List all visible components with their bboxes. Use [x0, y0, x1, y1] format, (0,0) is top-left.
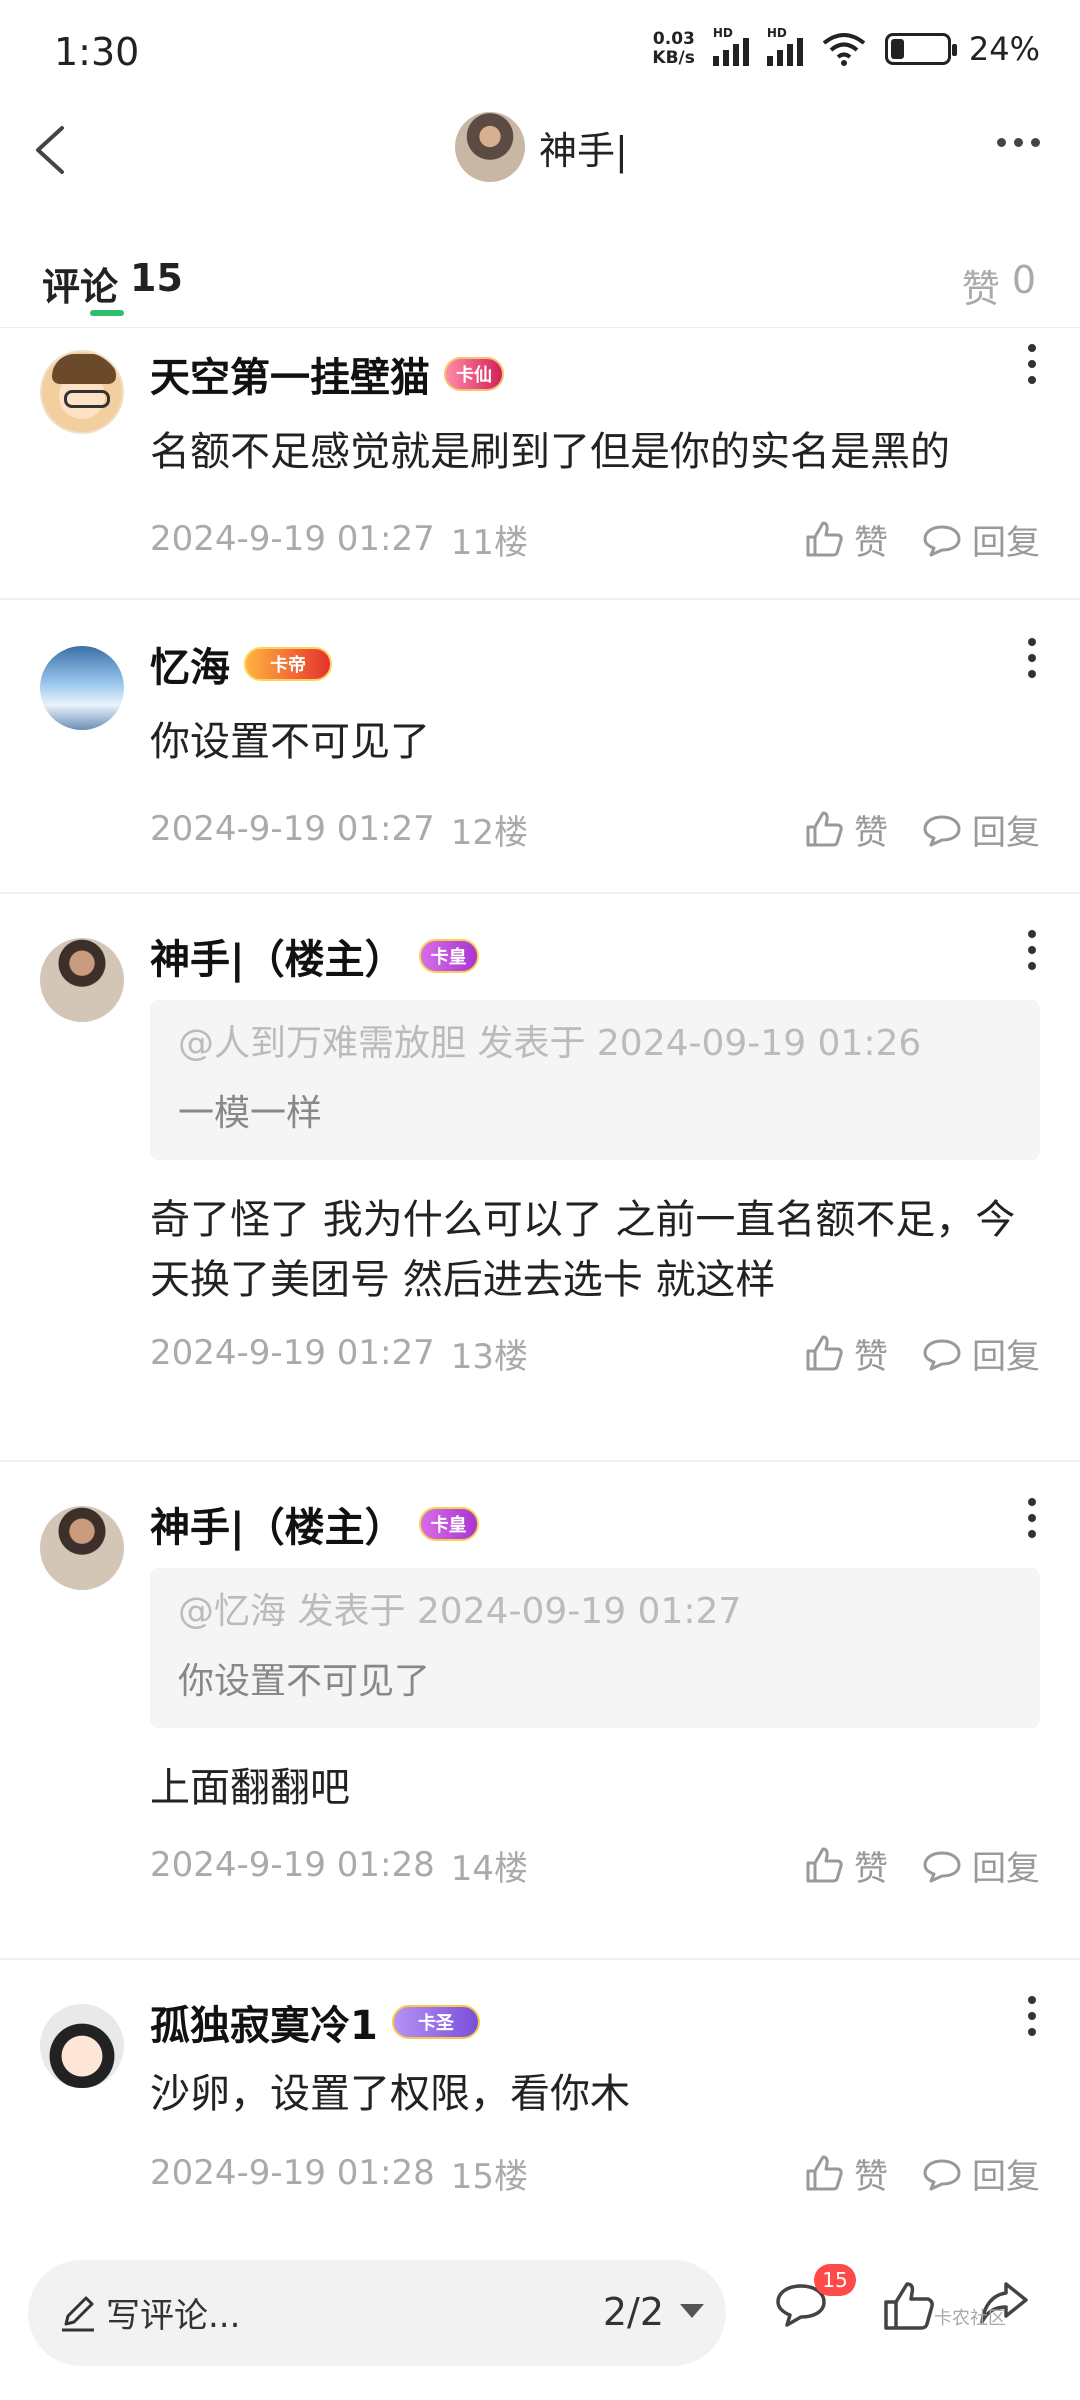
more-icon[interactable] — [997, 138, 1040, 147]
comment-bubble-icon — [923, 2159, 961, 2191]
avatar[interactable] — [455, 112, 525, 182]
status-bar: 1:30 0.03 KB/s HD HD 24% — [0, 0, 1080, 100]
comment-text: 奇了怪了 我为什么可以了 之前一直名额不足，今天换了美团号 然后进去选卡 就这样 — [150, 1197, 1016, 1303]
comment-list: 天空第一挂壁猫 卡仙 名额不足感觉就是刷到了但是你的实名是黑的 2024-9-1… — [0, 330, 1080, 2230]
comment-input-placeholder: 写评论... — [106, 2296, 241, 2336]
like-button[interactable]: 赞 — [804, 1329, 888, 1378]
status-icons: 0.03 KB/s HD HD 24% — [652, 26, 1040, 68]
comment-input[interactable]: 写评论... 2/2 — [28, 2260, 726, 2366]
battery-icon — [884, 33, 957, 65]
comment-text: 名额不足感觉就是刷到了但是你的实名是黑的 — [150, 429, 950, 475]
quote-text: 你设置不可见了 — [178, 1661, 431, 1702]
commenter-name[interactable]: 神手|（楼主） — [150, 1495, 405, 1553]
comment-text: 沙卵，设置了权限，看你木 — [150, 2071, 630, 2117]
avatar[interactable] — [40, 1506, 124, 1590]
thumb-up-icon — [806, 1847, 843, 1883]
comment-more-icon[interactable] — [1028, 344, 1036, 384]
quote-header: @忆海 发表于 2024-09-19 01:27 — [178, 1591, 742, 1632]
comment-bubble-icon — [923, 815, 961, 847]
floor-number: 11楼 — [450, 522, 529, 563]
floor-number: 12楼 — [450, 812, 529, 853]
watermark: 卡农社区 — [934, 2308, 1006, 2329]
comment-item: 忆海 卡帝 你设置不可见了 2024-9-19 01:27 12楼 赞 回复 — [0, 600, 1080, 894]
thumb-up-icon — [806, 521, 843, 557]
tab-comments[interactable]: 评论 15 — [42, 256, 183, 311]
thumb-up-icon — [806, 811, 843, 847]
level-badge: 卡帝 — [244, 647, 332, 681]
reply-button[interactable]: 回复 — [922, 1329, 1040, 1378]
thumb-up-icon — [806, 2155, 843, 2191]
comment-more-icon[interactable] — [1028, 1498, 1036, 1538]
quote-header: @人到万难需放胆 发表于 2024-09-19 01:26 — [178, 1023, 922, 1064]
reply-button[interactable]: 回复 — [922, 2149, 1040, 2198]
level-badge: 卡皇 — [418, 939, 479, 973]
tab-bar: 评论 15 赞 0 — [0, 240, 1080, 328]
quote-text: 一模一样 — [178, 1093, 323, 1134]
bottom-bar: 写评论... 2/2 15 卡农社区 — [0, 2230, 1080, 2400]
comment-text: 上面翻翻吧 — [150, 1765, 350, 1811]
pen-icon — [62, 2296, 94, 2332]
comment-date: 2024-9-19 01:27 — [150, 519, 435, 559]
commenter-name[interactable]: 神手|（楼主） — [150, 927, 405, 985]
like-button[interactable]: 赞 — [804, 805, 888, 854]
comment-count-badge: 15 — [814, 2264, 856, 2296]
commenter-name[interactable]: 天空第一挂壁猫 — [150, 345, 430, 403]
like-button[interactable]: 赞 — [804, 1841, 888, 1890]
avatar[interactable] — [40, 938, 124, 1022]
battery-percent: 24% — [968, 30, 1040, 68]
comment-date: 2024-9-19 01:27 — [150, 1333, 435, 1373]
comment-item: 孤独寂寞冷1 卡圣 沙卵，设置了权限，看你木 2024-9-19 01:28 1… — [0, 1960, 1080, 2230]
floor-number: 15楼 — [450, 2156, 529, 2197]
avatar[interactable] — [40, 646, 124, 730]
tab-active-indicator — [90, 310, 124, 316]
avatar[interactable] — [40, 2004, 124, 2088]
quoted-reply[interactable]: @人到万难需放胆 发表于 2024-09-19 01:26 一模一样 — [150, 1000, 1040, 1160]
author-header[interactable]: 神手| — [455, 112, 628, 182]
back-arrow-icon[interactable] — [24, 120, 84, 180]
floor-number: 14楼 — [450, 1848, 529, 1889]
commenter-name[interactable]: 忆海 — [150, 635, 230, 693]
reply-button[interactable]: 回复 — [922, 1841, 1040, 1890]
comment-more-icon[interactable] — [1028, 930, 1036, 970]
like-button[interactable]: 赞 — [804, 515, 888, 564]
tab-likes[interactable]: 赞 0 — [962, 258, 1036, 313]
reply-button[interactable]: 回复 — [922, 515, 1040, 564]
network-speed: 0.03 KB/s — [652, 29, 695, 68]
comment-bubble-icon — [923, 1851, 961, 1883]
status-time: 1:30 — [54, 30, 140, 74]
signal-icon: HD — [712, 26, 749, 66]
comment-bubble-icon — [923, 525, 961, 557]
reply-button[interactable]: 回复 — [922, 805, 1040, 854]
comment-item: 天空第一挂壁猫 卡仙 名额不足感觉就是刷到了但是你的实名是黑的 2024-9-1… — [0, 330, 1080, 600]
comment-more-icon[interactable] — [1028, 638, 1036, 678]
author-name: 神手| — [539, 128, 628, 173]
comment-date: 2024-9-19 01:28 — [150, 1845, 435, 1885]
like-button[interactable]: 赞 — [804, 2149, 888, 2198]
comment-date: 2024-9-19 01:27 — [150, 809, 435, 849]
avatar[interactable] — [40, 350, 124, 434]
comment-item: 神手|（楼主） 卡皇 @忆海 发表于 2024-09-19 01:27 你设置不… — [0, 1462, 1080, 1960]
floor-number: 13楼 — [450, 1336, 529, 1377]
comment-text: 你设置不可见了 — [150, 719, 430, 765]
comment-bubble-icon — [923, 1339, 961, 1371]
level-badge: 卡圣 — [391, 2005, 480, 2039]
thumb-up-icon — [806, 1335, 843, 1371]
wifi-icon — [822, 33, 866, 66]
thumb-up-icon[interactable] — [880, 2278, 936, 2332]
level-badge: 卡皇 — [418, 1507, 479, 1541]
page-indicator[interactable]: 2/2 — [603, 2290, 664, 2334]
comment-date: 2024-9-19 01:28 — [150, 2153, 435, 2193]
comment-item: 神手|（楼主） 卡皇 @人到万难需放胆 发表于 2024-09-19 01:26… — [0, 894, 1080, 1462]
commenter-name[interactable]: 孤独寂寞冷1 — [150, 1993, 378, 2051]
signal-icon-2: HD — [766, 26, 803, 66]
quoted-reply[interactable]: @忆海 发表于 2024-09-19 01:27 你设置不可见了 — [150, 1568, 1040, 1728]
level-badge: 卡仙 — [444, 357, 504, 391]
comment-more-icon[interactable] — [1028, 1996, 1036, 2036]
chevron-down-icon[interactable] — [680, 2304, 704, 2318]
top-navigation: 神手| — [0, 100, 1080, 210]
